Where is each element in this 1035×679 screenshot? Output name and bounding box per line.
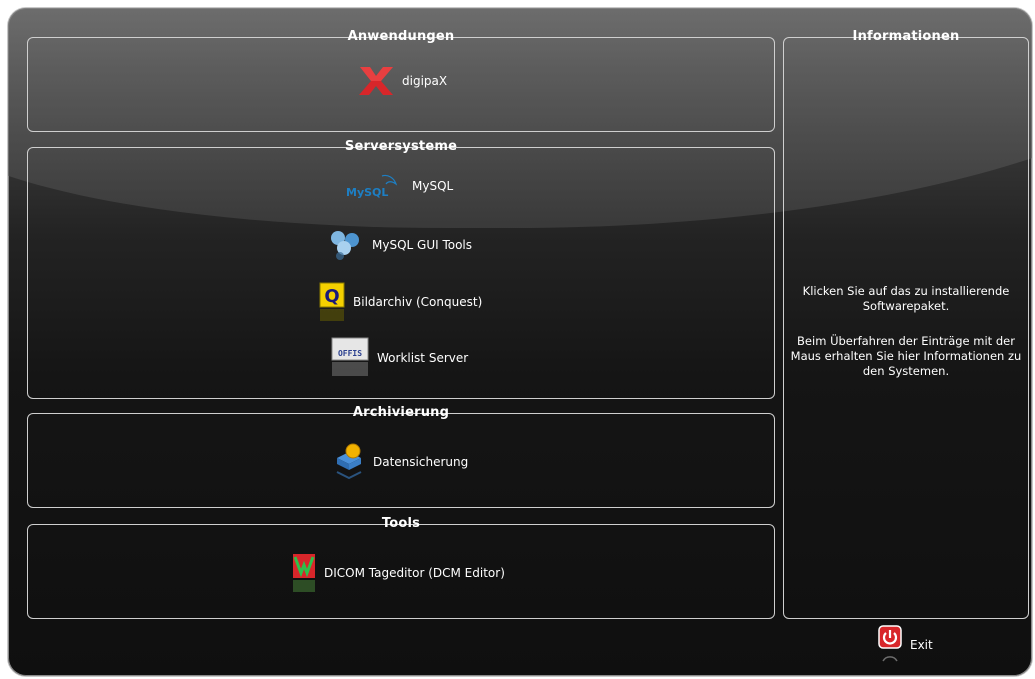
- entry-digipax[interactable]: digipaX: [358, 65, 447, 97]
- entry-label: DICOM Tageditor (DCM Editor): [324, 566, 505, 580]
- svg-text:Q: Q: [324, 286, 339, 307]
- entry-label: Datensicherung: [373, 455, 469, 469]
- offis-icon: OFFIS: [331, 336, 369, 380]
- group-serversysteme: Serversysteme MySQL MySQL MySQL GUI Tool…: [27, 139, 775, 399]
- mysql-logo-text: MySQL: [346, 186, 388, 199]
- entry-mysql[interactable]: MySQL MySQL: [344, 172, 453, 200]
- group-anwendungen: Anwendungen digipaX: [27, 29, 775, 132]
- entry-datensicherung[interactable]: Datensicherung: [333, 442, 468, 482]
- entry-label: Worklist Server: [377, 351, 469, 365]
- group-title-archivierung: Archivierung: [352, 405, 450, 420]
- entry-dicom-tageditor[interactable]: DICOM Tageditor (DCM Editor): [292, 553, 505, 593]
- entry-label: MySQL GUI Tools: [372, 238, 473, 252]
- dcm-editor-icon: [292, 553, 316, 593]
- mysql-logo-icon: MySQL: [344, 172, 404, 200]
- power-icon: [878, 625, 902, 665]
- entry-label: Bildarchiv (Conquest): [353, 295, 483, 309]
- exit-button[interactable]: Exit: [878, 625, 933, 665]
- group-title-tools: Tools: [381, 516, 421, 531]
- group-informationen: Informationen Klicken Sie auf das zu ins…: [783, 29, 1029, 619]
- exit-label: Exit: [910, 638, 933, 652]
- info-text-2: Beim Überfahren der Einträge mit der Mau…: [790, 334, 1022, 378]
- mysql-gui-tools-icon: [328, 228, 364, 262]
- installer-window: Anwendungen digipaX Serversysteme MySQL …: [8, 8, 1032, 676]
- entry-worklist-server[interactable]: OFFIS Worklist Server: [331, 336, 468, 380]
- entry-label: digipaX: [402, 74, 448, 88]
- group-title-informationen: Informationen: [852, 29, 960, 44]
- backup-icon: [333, 442, 365, 482]
- entry-mysql-gui-tools[interactable]: MySQL GUI Tools: [328, 228, 472, 262]
- group-tools: Tools DICOM Tageditor (DCM Editor): [27, 516, 775, 619]
- offis-text: OFFIS: [338, 349, 362, 358]
- digipax-x-icon: [358, 65, 394, 97]
- entry-bildarchiv[interactable]: Q Bildarchiv (Conquest): [319, 282, 482, 322]
- group-archivierung: Archivierung Datensicherung: [27, 405, 775, 508]
- group-title-serversysteme: Serversysteme: [344, 139, 458, 154]
- info-text-1: Klicken Sie auf das zu installierende So…: [802, 284, 1010, 313]
- group-title-anwendungen: Anwendungen: [347, 29, 455, 44]
- conquest-q-icon: Q: [319, 282, 345, 322]
- entry-label: MySQL: [412, 179, 454, 193]
